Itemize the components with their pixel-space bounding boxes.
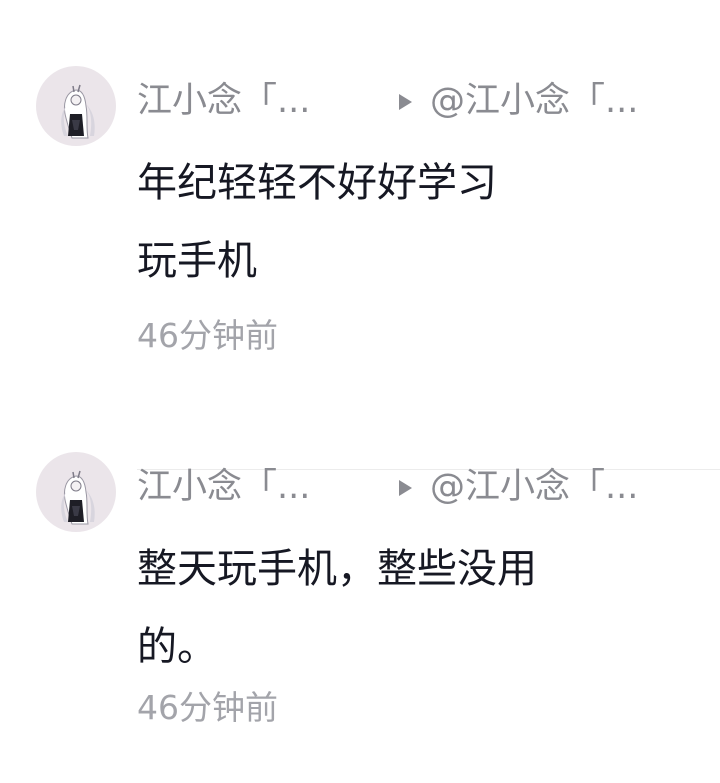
comment-time: 46分钟前 bbox=[137, 316, 278, 355]
comment-header: 江小念「... @江小念「... bbox=[137, 462, 697, 512]
author-name[interactable]: 江小念「... bbox=[137, 462, 310, 512]
play-triangle-icon bbox=[399, 94, 412, 110]
comment-list: 江小念「... @江小念「... 年纪轻轻不好好学习 玩手机 46分钟前 江小念… bbox=[0, 0, 720, 783]
comment-header: 江小念「... @江小念「... bbox=[137, 76, 697, 126]
anime-girl-avatar-icon bbox=[61, 84, 95, 139]
comment-time: 46分钟前 bbox=[137, 688, 278, 727]
avatar[interactable] bbox=[36, 66, 116, 146]
avatar[interactable] bbox=[36, 452, 116, 532]
author-name[interactable]: 江小念「... bbox=[137, 76, 310, 126]
reply-target-name[interactable]: @江小念「... bbox=[430, 462, 638, 512]
reply-target-name[interactable]: @江小念「... bbox=[430, 76, 638, 126]
anime-girl-avatar-icon bbox=[61, 470, 95, 525]
comment-text[interactable]: 年纪轻轻不好好学习 玩手机 bbox=[137, 144, 697, 300]
comment-text[interactable]: 整天玩手机，整些没用 的。 bbox=[137, 530, 697, 686]
play-triangle-icon bbox=[399, 480, 412, 496]
